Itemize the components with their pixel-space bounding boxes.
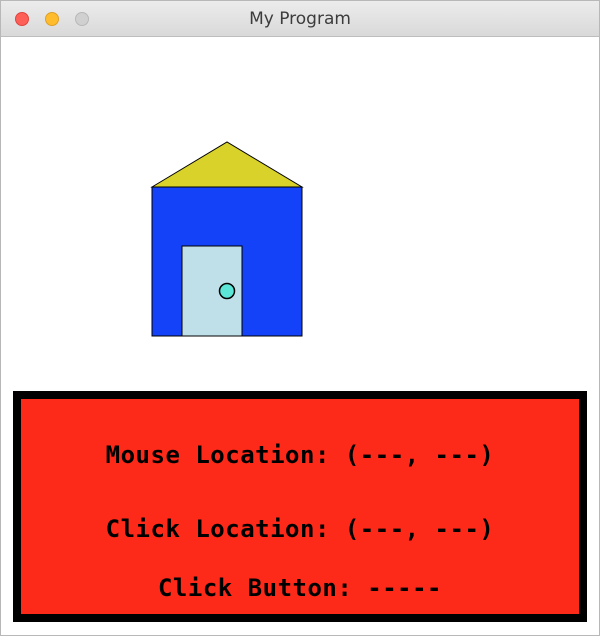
drawing-canvas[interactable]: Mouse Location: (---, ---) Click Locatio…	[1, 37, 599, 635]
title-bar[interactable]: My Program	[1, 1, 599, 37]
program-window: My Program Mouse Location: (---, ---) Cl…	[0, 0, 600, 636]
click-button-readout: Click Button: -----	[157, 574, 443, 602]
mouse-location-readout: Mouse Location: (---, ---)	[105, 441, 495, 469]
click-location-readout: Click Location: (---, ---)	[105, 515, 495, 543]
door-knob	[218, 282, 236, 300]
house-drawing	[150, 141, 304, 337]
mouse-info-panel: Mouse Location: (---, ---) Click Locatio…	[13, 391, 587, 622]
window-title: My Program	[249, 9, 351, 29]
house-roof	[150, 141, 304, 188]
